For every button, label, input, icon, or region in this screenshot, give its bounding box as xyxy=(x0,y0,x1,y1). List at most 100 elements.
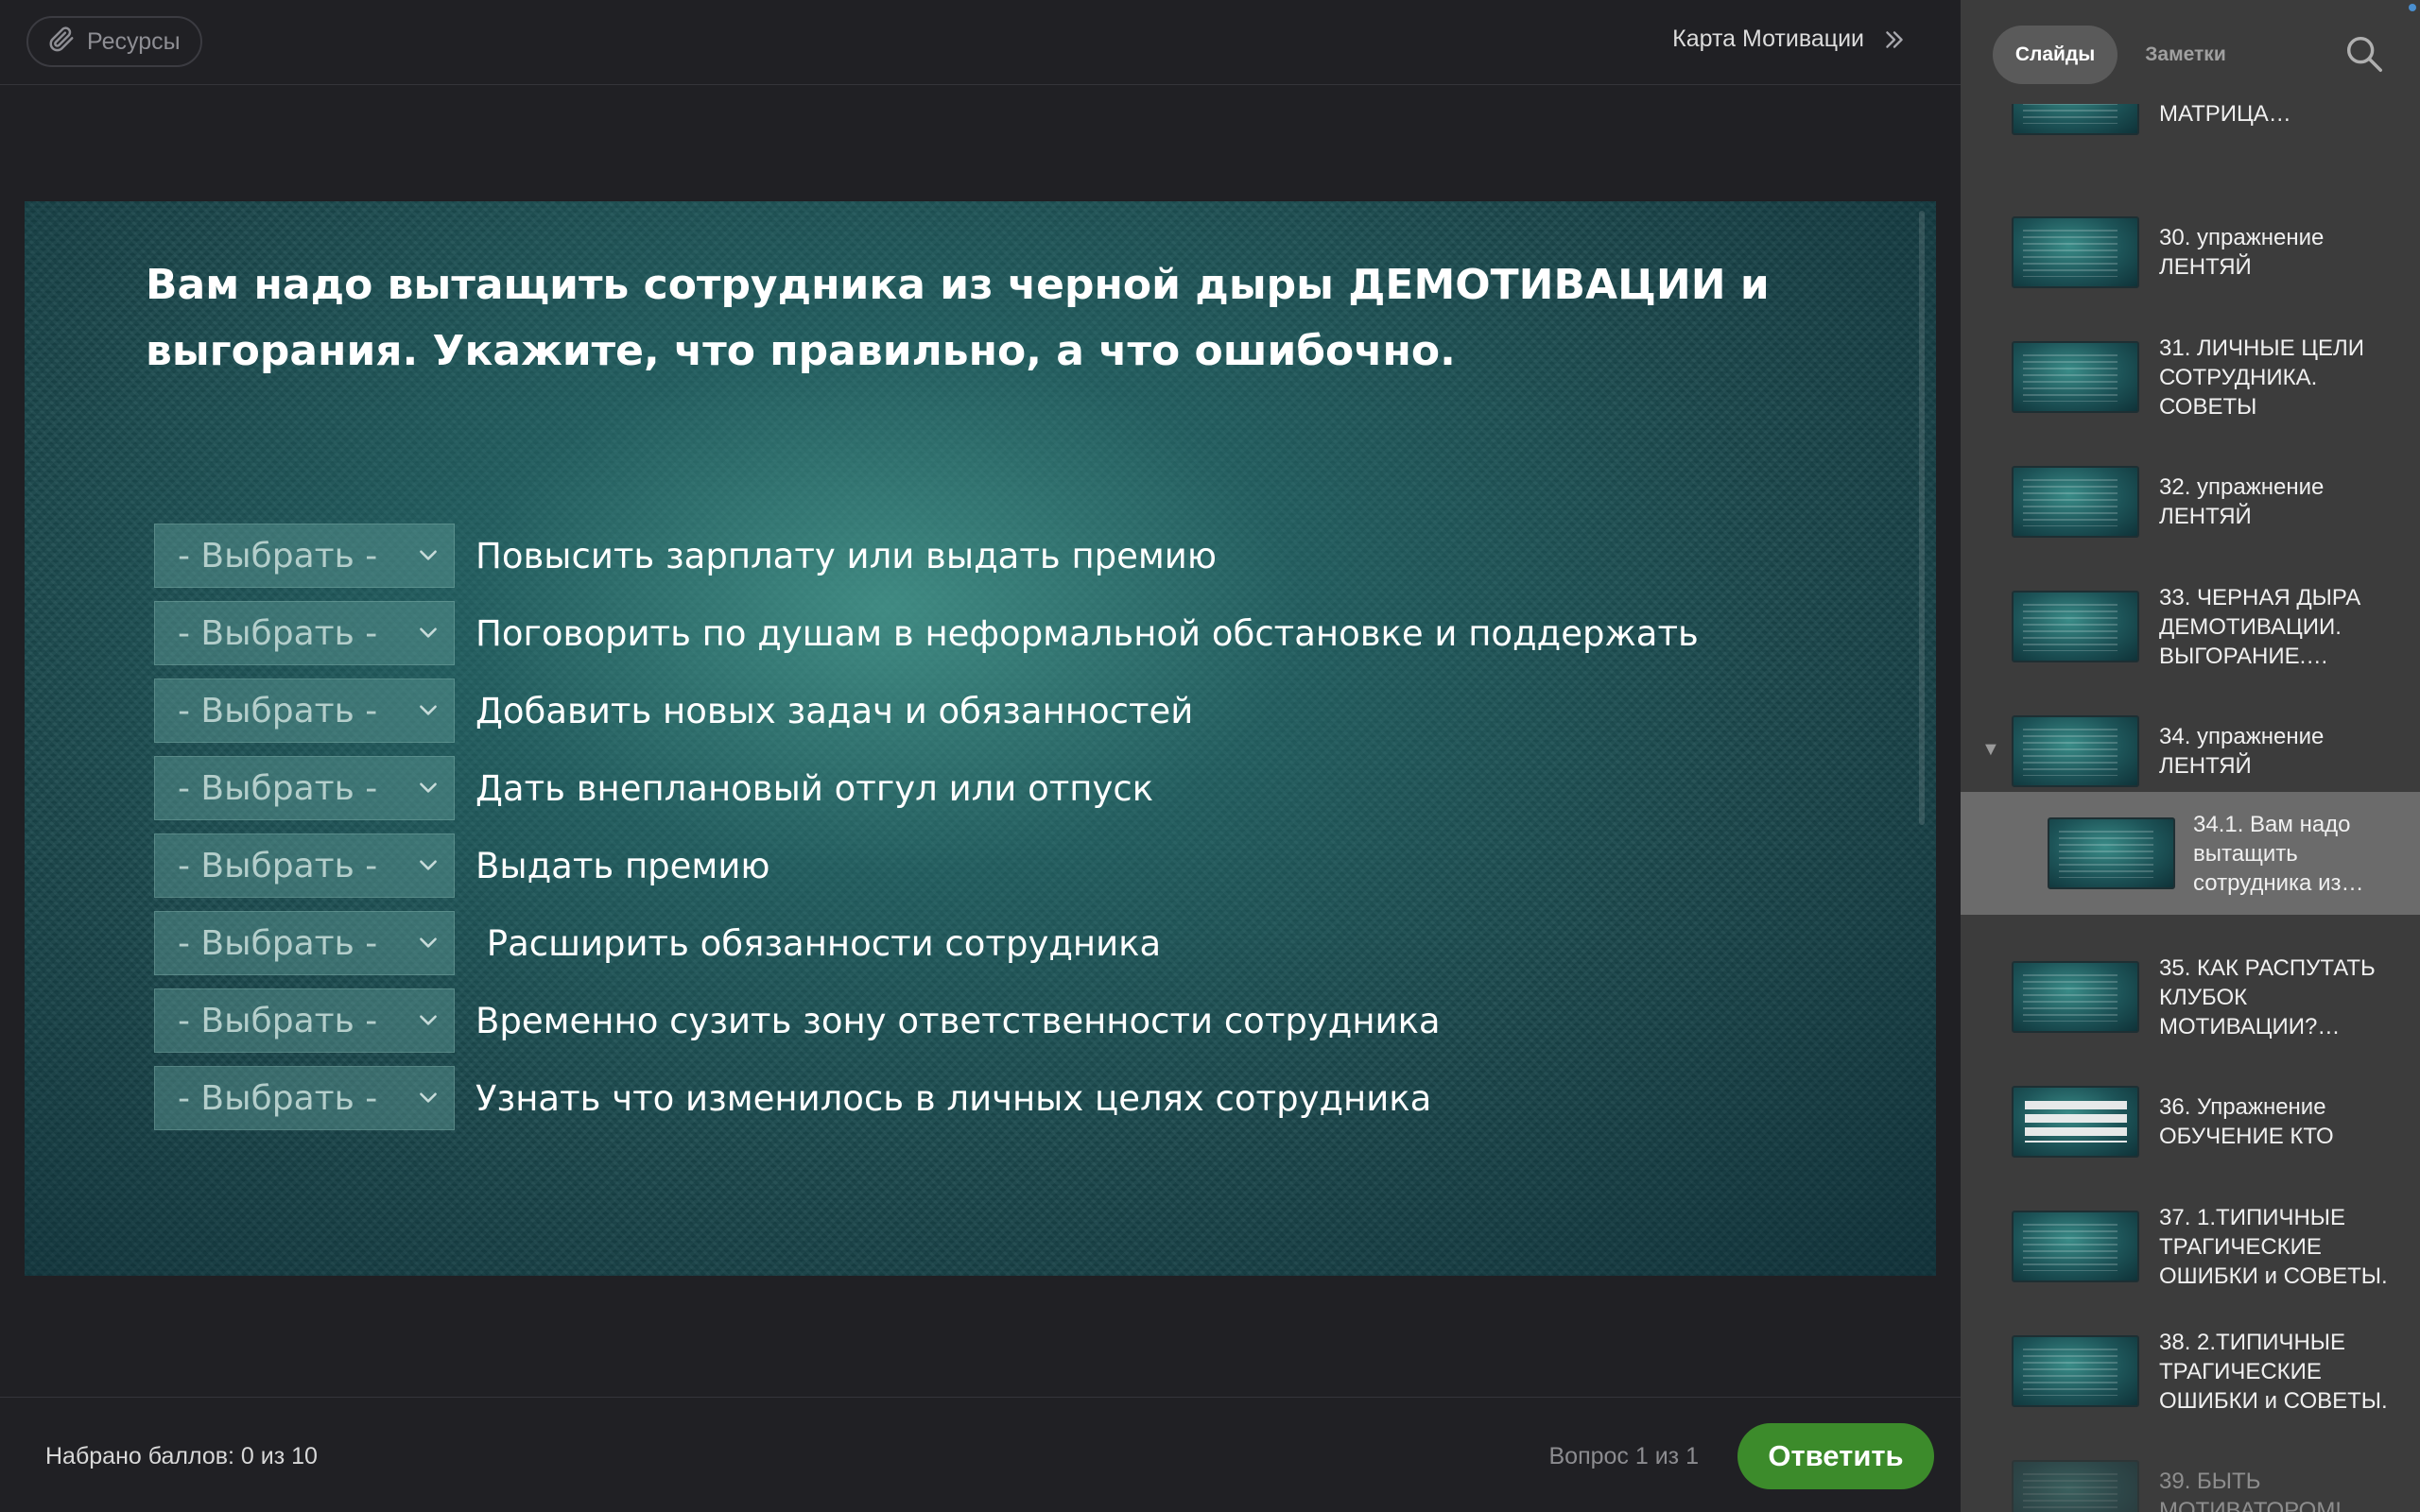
answer-select[interactable]: - Выбрать - xyxy=(154,601,455,665)
slide-item-label: 34. упражнение ЛЕНТЯЙ xyxy=(2159,724,2325,779)
top-bar: Ресурсы Карта Мотивации xyxy=(0,0,1961,85)
slide-thumbnail xyxy=(2012,1460,2139,1512)
chevron-down-icon xyxy=(416,847,441,885)
slide-item-label: 31. ЛИЧНЫЕ ЦЕЛИ СОТРУДНИКА. СОВЕТЫ xyxy=(2159,335,2365,420)
slide-thumbnail xyxy=(2012,466,2139,538)
sidebar-slide-item[interactable]: 37. 1.ТИПИЧНЫЕ ТРАГИЧЕСКИЕ ОШИБКИ и СОВЕ… xyxy=(1961,1185,2420,1310)
quiz-slide: Вам надо вытащить сотрудника из черной д… xyxy=(25,201,1936,1276)
sidebar-slide-item[interactable]: 34.1. Вам надо вытащить сотрудника из… xyxy=(1961,792,2420,915)
chevron-down-icon xyxy=(416,924,441,963)
select-value: - Выбрать - xyxy=(178,768,378,808)
sidebar-slide-item[interactable]: 35. КАК РАСПУТАТЬ КЛУБОК МОТИВАЦИИ?… xyxy=(1961,936,2420,1060)
tab-slides[interactable]: Слайды xyxy=(1993,26,2118,84)
answer-select[interactable]: - Выбрать - xyxy=(154,911,455,975)
double-chevron-right-icon xyxy=(1882,27,1907,57)
answer-select[interactable]: - Выбрать - xyxy=(154,1066,455,1130)
slide-item-label: 37. 1.ТИПИЧНЫЕ ТРАГИЧЕСКИЕ ОШИБКИ и СОВЕ… xyxy=(2159,1205,2388,1289)
slide-item-label: 38. 2.ТИПИЧНЫЕ ТРАГИЧЕСКИЕ ОШИБКИ и СОВЕ… xyxy=(2159,1330,2388,1414)
slide-item-label: 30. упражнение ЛЕНТЯЙ xyxy=(2159,225,2325,280)
select-value: - Выбрать - xyxy=(178,846,378,885)
answer-select[interactable]: - Выбрать - xyxy=(154,524,455,588)
slide-item-label: 34.1. Вам надо вытащить сотрудника из… xyxy=(2193,812,2364,896)
slide-thumbnail xyxy=(2012,1335,2139,1407)
sidebar-slide-item[interactable]: СТРАТЕГИЯ МАТРИЦА… xyxy=(1961,104,2420,163)
slide-thumbnail xyxy=(2012,1086,2139,1158)
option-text: Повысить зарплату или выдать премию xyxy=(475,535,1217,576)
select-value: - Выбрать - xyxy=(178,691,378,730)
course-title: Карта Мотивации xyxy=(1672,26,1864,52)
option-row: - Выбрать - Повысить зарплату или выдать … xyxy=(154,517,1856,594)
caret-down-icon[interactable]: ▼ xyxy=(1981,739,2000,761)
slide-item-label: 35. КАК РАСПУТАТЬ КЛУБОК МОТИВАЦИИ?… xyxy=(2159,955,2376,1040)
sidebar-slide-item[interactable]: 36. Упражнение ОБУЧЕНИЕ КТО xyxy=(1961,1060,2420,1185)
slide-thumbnail xyxy=(2012,341,2139,413)
sidebar-slide-item[interactable]: 39. БЫТЬ МОТИВАТОРОМ! xyxy=(1961,1435,2420,1512)
slide-thumbnail xyxy=(2012,1211,2139,1282)
select-value: - Выбрать - xyxy=(178,536,378,576)
slide-item-label: 33. ЧЕРНАЯ ДЫРА ДЕМОТИВАЦИИ. ВЫГОРАНИЕ.… xyxy=(2159,585,2361,669)
option-text: Выдать премию xyxy=(475,845,770,886)
slide-thumbnail xyxy=(2012,216,2139,288)
slide-thumbnail xyxy=(2012,715,2139,787)
slide-item-label: 39. БЫТЬ МОТИВАТОРОМ! xyxy=(2159,1469,2342,1512)
option-row: - Выбрать - Временно сузить зону ответств… xyxy=(154,982,1856,1059)
chevron-down-icon xyxy=(416,692,441,730)
slide-list: СТРАТЕГИЯ МАТРИЦА… 30. упражнение ЛЕНТЯЙ 3… xyxy=(1961,104,2420,1512)
slide-thumbnail xyxy=(2012,104,2139,135)
slide-thumbnail xyxy=(2012,961,2139,1033)
search-button[interactable] xyxy=(2342,32,2386,76)
answer-select[interactable]: - Выбрать - xyxy=(154,988,455,1053)
sidebar-slide-item[interactable]: 32. упражнение ЛЕНТЯЙ xyxy=(1961,440,2420,565)
slide-item-label: 36. Упражнение ОБУЧЕНИЕ КТО xyxy=(2159,1094,2334,1149)
option-text: Дать внеплановый отгул или отпуск xyxy=(475,767,1154,809)
slide-thumbnail xyxy=(2012,591,2139,662)
option-row: - Выбрать - Расширить обязанности сотруд… xyxy=(154,904,1856,982)
option-row: - Выбрать - Поговорить по душам в неформа… xyxy=(154,594,1856,672)
answer-select[interactable]: - Выбрать - xyxy=(154,756,455,820)
sidebar-slide-item[interactable]: 31. ЛИЧНЫЕ ЦЕЛИ СОТРУДНИКА. СОВЕТЫ xyxy=(1961,316,2420,440)
select-value: - Выбрать - xyxy=(178,613,378,653)
question-counter: Вопрос 1 из 1 xyxy=(1548,1443,1700,1469)
option-text: Временно сузить зону ответственности сот… xyxy=(475,1000,1441,1041)
resources-button[interactable]: Ресурсы xyxy=(26,16,202,67)
select-value: - Выбрать - xyxy=(178,1001,378,1040)
slide-item-label: 32. упражнение ЛЕНТЯЙ xyxy=(2159,474,2325,529)
sidebar-slide-item[interactable]: 30. упражнение ЛЕНТЯЙ xyxy=(1961,191,2420,316)
select-value: - Выбрать - xyxy=(178,1078,378,1118)
slide-scrollbar[interactable] xyxy=(1919,211,1925,825)
option-text: Узнать что изменилось в личных целях сот… xyxy=(475,1077,1432,1119)
chevron-down-icon xyxy=(416,769,441,808)
option-text: Расширить обязанности сотрудника xyxy=(475,922,1162,964)
chevron-down-icon xyxy=(416,1079,441,1118)
search-icon xyxy=(2342,36,2386,79)
resources-label: Ресурсы xyxy=(87,27,181,55)
option-text: Поговорить по душам в неформальной обста… xyxy=(475,612,1699,654)
option-row: - Выбрать - Выдать премию xyxy=(154,827,1856,904)
chevron-down-icon xyxy=(416,614,441,653)
chevron-down-icon xyxy=(416,537,441,576)
option-text: Добавить новых задач и обязанностей xyxy=(475,690,1194,731)
answer-select[interactable]: - Выбрать - xyxy=(154,833,455,898)
sidebar-slide-item[interactable]: 38. 2.ТИПИЧНЫЕ ТРАГИЧЕСКИЕ ОШИБКИ и СОВЕ… xyxy=(1961,1310,2420,1435)
slide-thumbnail xyxy=(2048,817,2175,889)
options-list: - Выбрать - Повысить зарплату или выдать … xyxy=(154,517,1856,1137)
submit-answer-button[interactable]: Ответить xyxy=(1737,1423,1934,1489)
select-value: - Выбрать - xyxy=(178,923,378,963)
score-text: Набрано баллов: 0 из 10 xyxy=(45,1443,318,1469)
answer-select[interactable]: - Выбрать - xyxy=(154,679,455,743)
notification-dot xyxy=(2409,4,2416,11)
paperclip-icon xyxy=(47,25,76,60)
option-row: - Выбрать - Дать внеплановый отгул или от… xyxy=(154,749,1856,827)
chevron-down-icon xyxy=(416,1002,441,1040)
sidebar: Слайды Заметки СТРАТЕГИЯ МАТРИЦА… 30. упр… xyxy=(1961,0,2420,1512)
option-row: - Выбрать - Добавить новых задач и обязан… xyxy=(154,672,1856,749)
sidebar-slide-item[interactable]: 33. ЧЕРНАЯ ДЫРА ДЕМОТИВАЦИИ. ВЫГОРАНИЕ.… xyxy=(1961,565,2420,690)
sidebar-tabs: Слайды Заметки xyxy=(1961,0,2420,104)
tab-notes[interactable]: Заметки xyxy=(2129,26,2242,84)
bottom-bar: Набрано баллов: 0 из 10 Вопрос 1 из 1 От… xyxy=(0,1397,1961,1512)
collapse-sidebar-button[interactable] xyxy=(1876,23,1913,60)
option-row: - Выбрать - Узнать что изменилось в личны… xyxy=(154,1059,1856,1137)
question-text: Вам надо вытащить сотрудника из черной д… xyxy=(146,261,1770,375)
player-main: Ресурсы Карта Мотивации Вам надо вытащит… xyxy=(0,0,1961,1512)
slide-item-label: СТРАТЕГИЯ МАТРИЦА… xyxy=(2159,104,2291,127)
